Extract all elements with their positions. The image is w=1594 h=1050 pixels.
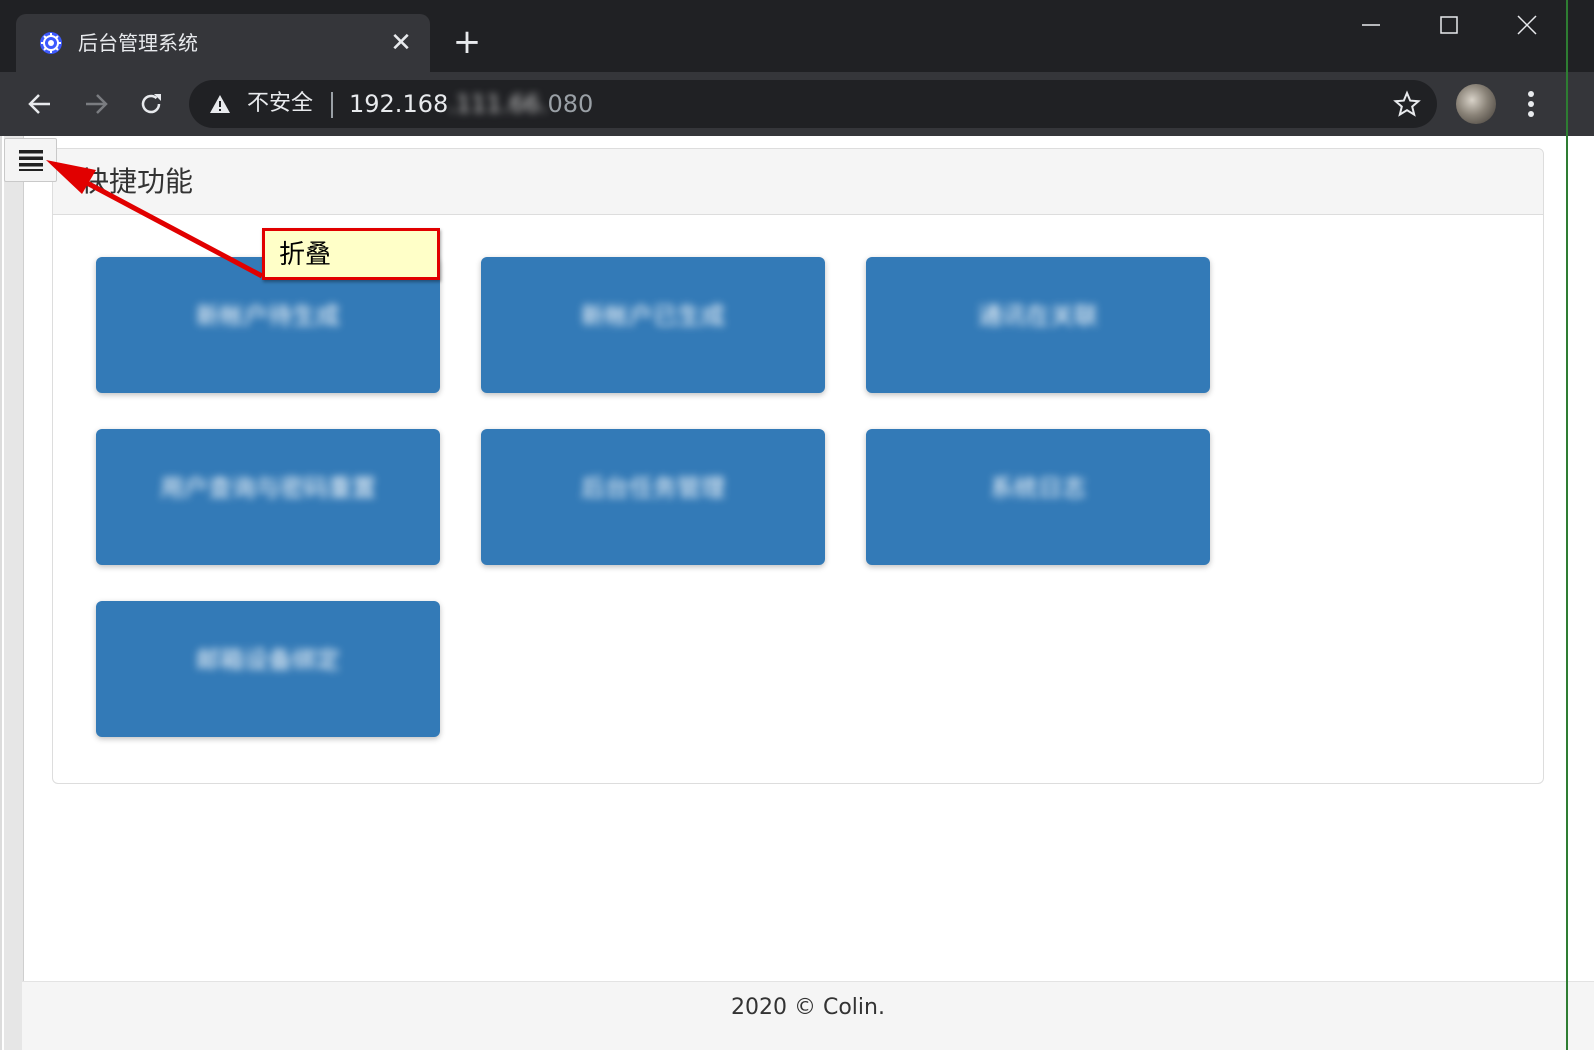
profile-avatar[interactable] — [1456, 84, 1496, 124]
url-port: 080 — [547, 90, 594, 118]
tab-strip: 后台管理系统 ✕ + — [0, 0, 1594, 72]
more-vert-icon[interactable] — [1516, 86, 1546, 122]
shortcut-label: 用户查询与密码重置 — [160, 474, 376, 502]
minimize-button[interactable] — [1332, 0, 1410, 50]
minimize-icon — [1362, 24, 1380, 26]
panel-title: 快捷功能 — [81, 165, 194, 198]
maximize-button[interactable] — [1410, 0, 1488, 50]
omnibox-divider — [331, 92, 333, 118]
shortcut-tile[interactable]: 邮箱设备绑定 — [96, 601, 440, 737]
shortcut-label: 新帐户已生成 — [581, 302, 725, 330]
warning-icon — [210, 95, 230, 113]
annotation-text: 折叠 — [279, 240, 332, 270]
panel-header: 快捷功能 — [53, 149, 1543, 215]
shortcut-label: 新帐户待生成 — [196, 302, 340, 330]
window-edge — [1566, 0, 1568, 1050]
shortcut-label: 邮箱设备绑定 — [196, 646, 340, 674]
shortcut-label: 系统日志 — [990, 474, 1086, 502]
shortcut-tile[interactable]: 后台任务管理 — [481, 429, 825, 565]
annotation-callout: 折叠 — [262, 228, 440, 280]
shortcut-tile[interactable]: 系统日志 — [866, 429, 1210, 565]
star-icon[interactable] — [1393, 90, 1421, 118]
menu-icon — [18, 150, 43, 171]
page-footer: 2020 © Colin. — [22, 981, 1594, 1050]
footer-copyright: 2020 © Colin. — [731, 995, 885, 1020]
arrow-left-icon — [28, 94, 50, 114]
browser-tab[interactable]: 后台管理系统 ✕ — [16, 14, 430, 72]
page-content: 快捷功能 新帐户待生成 新帐户已生成 通讯在关联 用户查询与密码重置 后台任务管… — [0, 136, 1594, 1050]
reload-button[interactable] — [133, 86, 169, 122]
url-text[interactable]: 192.168.111.66.080 — [349, 90, 593, 118]
window-close-button[interactable] — [1488, 0, 1566, 50]
shortcut-tile[interactable]: 新帐户已生成 — [481, 257, 825, 393]
url-redacted: .111.66. — [448, 90, 548, 118]
back-button[interactable] — [22, 86, 58, 122]
shortcut-tile[interactable]: 用户查询与密码重置 — [96, 429, 440, 565]
maximize-icon — [1440, 16, 1458, 34]
browser-toolbar: 不安全 192.168.111.66.080 — [0, 72, 1594, 136]
shortcut-label: 后台任务管理 — [581, 474, 725, 502]
reload-icon — [141, 94, 161, 114]
address-bar[interactable]: 不安全 192.168.111.66.080 — [189, 80, 1437, 128]
url-host: 192.168 — [349, 90, 449, 118]
sidebar-toggle-button[interactable] — [4, 138, 57, 182]
shortcut-label: 通讯在关联 — [978, 302, 1098, 330]
security-label[interactable]: 不安全 — [247, 90, 313, 118]
shortcut-tile[interactable]: 通讯在关联 — [866, 257, 1210, 393]
browser-window: 后台管理系统 ✕ + 不安全 192.168.111.66.080 快捷功能 新… — [0, 0, 1594, 1050]
close-icon — [1517, 15, 1537, 35]
tab-title: 后台管理系统 — [78, 31, 198, 55]
arrow-right-icon — [86, 94, 108, 114]
forward-button[interactable] — [78, 86, 114, 122]
tab-close-button[interactable]: ✕ — [386, 28, 416, 58]
new-tab-button[interactable]: + — [450, 25, 484, 60]
collapsed-sidebar — [4, 136, 24, 1050]
gear-icon — [40, 32, 62, 54]
